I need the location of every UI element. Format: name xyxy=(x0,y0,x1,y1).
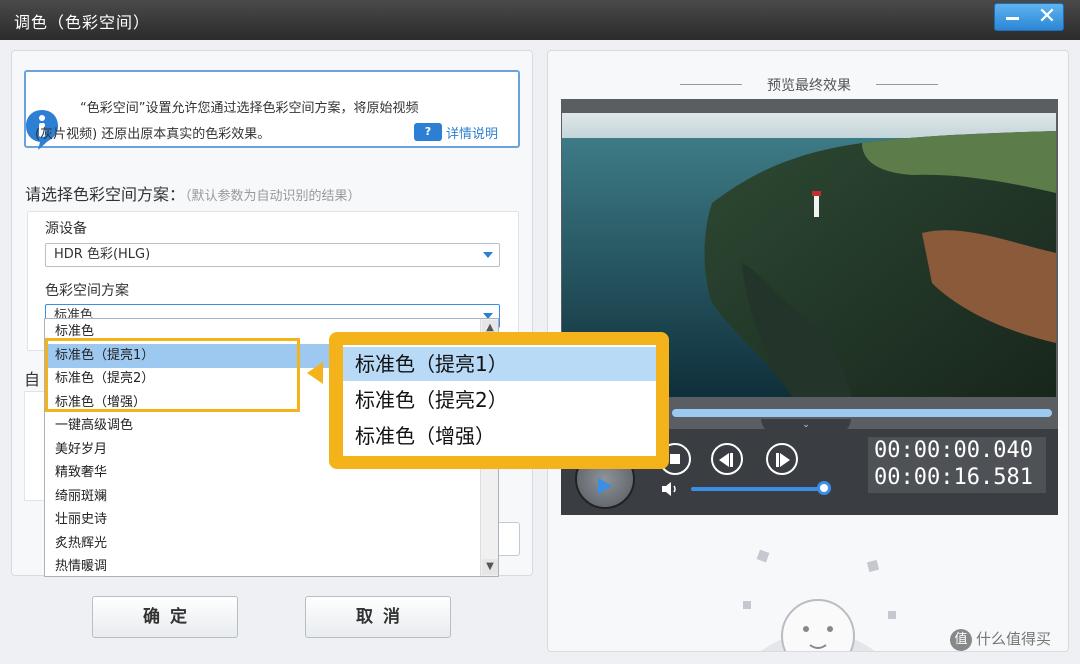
window-controls: ✕ xyxy=(994,3,1064,31)
previous-frame-button[interactable] xyxy=(711,443,743,475)
chevron-down-icon xyxy=(483,252,493,258)
dropdown-option[interactable]: 壮丽史诗 xyxy=(45,508,480,532)
highlight-frame xyxy=(45,338,300,412)
next-frame-button[interactable] xyxy=(766,443,798,475)
obscured-button[interactable] xyxy=(496,522,520,556)
dropdown-option[interactable]: 炙热辉光 xyxy=(45,532,480,556)
help-icon[interactable]: ? xyxy=(414,123,442,141)
dropdown-option[interactable]: 热情暖调 xyxy=(45,555,480,579)
current-time: 00:00:00.040 xyxy=(874,438,1033,463)
close-button[interactable]: ✕ xyxy=(1030,4,1064,30)
zoom-callout: 标准色（提亮1） 标准色（提亮2） 标准色（增强） xyxy=(329,332,669,469)
callout-list: 标准色（提亮1） 标准色（提亮2） 标准色（增强） xyxy=(343,345,656,456)
mascot-illustration xyxy=(743,549,896,651)
volume-slider[interactable] xyxy=(691,487,831,491)
dropdown-option[interactable]: 绮丽斑斓 xyxy=(45,485,480,509)
scheme-label-text: 请选择色彩空间方案： xyxy=(25,185,186,204)
scheme-section-label: 请选择色彩空间方案：（默认参数为自动识别的结果） xyxy=(25,181,361,205)
window-title: 调色（色彩空间） xyxy=(14,13,151,32)
minimize-button[interactable] xyxy=(995,4,1029,30)
volume-slider-handle[interactable] xyxy=(817,481,831,495)
total-time: 00:00:16.581 xyxy=(874,465,1033,490)
callout-pointer xyxy=(307,362,323,384)
preview-title: 预览最终效果 xyxy=(548,75,1068,95)
timecode-display: 00:00:00.040 00:00:16.581 xyxy=(868,437,1046,493)
source-device-value: HDR 色彩(HLG) xyxy=(54,247,151,262)
volume-icon[interactable] xyxy=(661,481,681,497)
source-device-label: 源设备 xyxy=(45,221,87,237)
scroll-down-icon[interactable]: ▼ xyxy=(482,559,498,575)
callout-option: 标准色（提亮2） xyxy=(355,388,508,412)
scheme-hint: （默认参数为自动识别的结果） xyxy=(185,189,361,204)
color-scheme-label: 色彩空间方案 xyxy=(45,283,129,299)
callout-option: 标准色（提亮1） xyxy=(343,347,656,381)
info-text-line1: “色彩空间”设置允许您通过选择色彩空间方案，将原始视频 xyxy=(80,101,419,116)
source-device-select[interactable]: HDR 色彩(HLG) xyxy=(45,243,500,267)
details-link[interactable]: 详情说明 xyxy=(446,123,498,142)
watermark: 值什么值得买 xyxy=(950,628,1051,651)
seek-bar[interactable] xyxy=(672,409,1052,417)
title-bar: 调色（色彩空间） ✕ xyxy=(0,0,1080,40)
watermark-logo: 值 xyxy=(950,628,972,651)
obscured-section-label: 自 xyxy=(24,370,41,389)
callout-option: 标准色（增强） xyxy=(355,424,495,448)
ok-button[interactable]: 确定 xyxy=(92,596,238,638)
info-text-line2: (灰片视频) 还原出原本真实的色彩效果。 xyxy=(35,127,271,142)
cancel-button[interactable]: 取消 xyxy=(305,596,451,638)
watermark-text: 什么值得买 xyxy=(976,630,1052,648)
